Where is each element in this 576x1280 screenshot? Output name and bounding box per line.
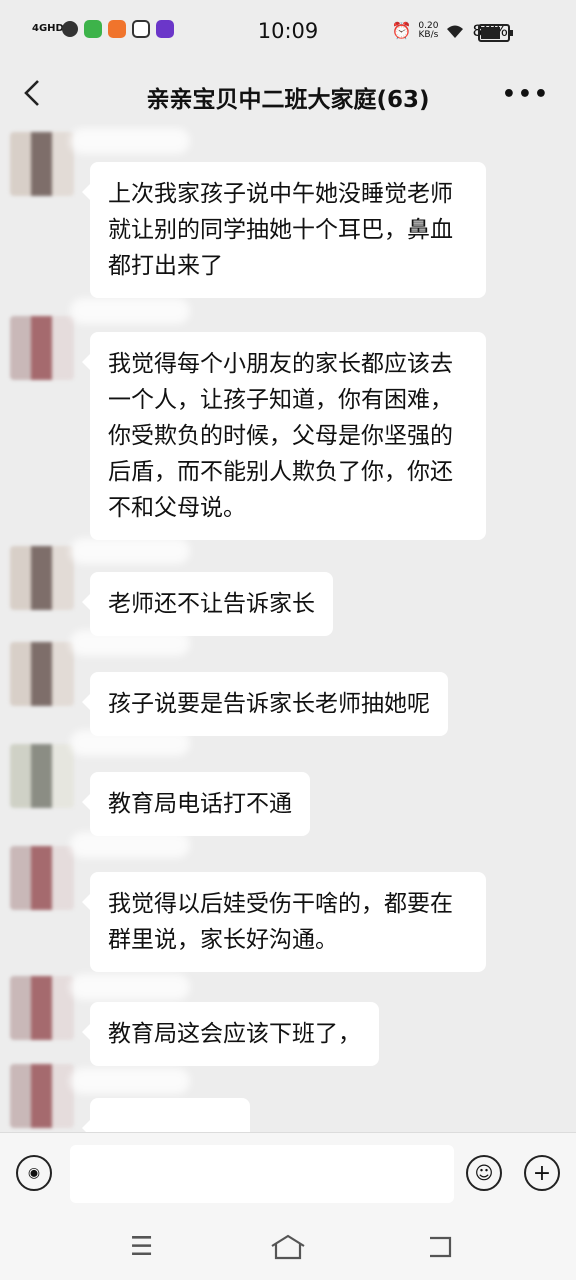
chat-area[interactable]: 上次我家孩子说中午她没睡觉老师就让别的同学抽她十个耳巴，鼻血都打出来了 我觉得每…	[0, 124, 576, 1132]
message-bubble[interactable]: 老师还不让告诉家长	[82, 572, 333, 636]
avatar[interactable]	[10, 546, 74, 610]
sender-name	[70, 630, 190, 656]
sender-name	[70, 298, 190, 324]
wifi-icon	[447, 25, 464, 38]
avatar[interactable]	[10, 846, 74, 910]
battery-icon	[478, 24, 513, 42]
voice-button[interactable]: ◉	[16, 1155, 52, 1191]
message-bubble[interactable]: 教育局这会应该下班了，	[82, 1002, 379, 1066]
message-bubble[interactable]: 我觉得每个小朋友的家长都应该去一个人，让孩子知道，你有困难，你受欺负的时候，父母…	[82, 332, 486, 540]
avatar[interactable]	[10, 1064, 74, 1128]
back-nav-button[interactable]	[426, 1234, 454, 1260]
sender-name	[70, 832, 190, 858]
avatar[interactable]	[10, 976, 74, 1040]
chat-title: 亲亲宝贝中二班大家庭(63)	[146, 87, 430, 113]
emoji-button[interactable]: ☺	[466, 1155, 502, 1191]
avatar[interactable]	[10, 744, 74, 808]
input-bar: ◉ ☺ +	[0, 1132, 576, 1215]
emoji-icon: ☺	[474, 1162, 494, 1184]
chat-header: 亲亲宝贝中二班大家庭(63) •••	[0, 66, 576, 124]
more-button[interactable]: •••	[502, 82, 550, 107]
message-bubble[interactable]: 上次我家孩子说中午她没睡觉老师就让别的同学抽她十个耳巴，鼻血都打出来了	[82, 162, 486, 298]
status-bar: 4GHD 10:09 ⏰ 0.20 KB/s 80%	[0, 0, 576, 66]
sender-name	[70, 1068, 190, 1094]
alarm-icon: ⏰	[391, 21, 412, 40]
menu-button[interactable]: ☰	[130, 1232, 153, 1262]
sender-name	[70, 538, 190, 564]
message-input[interactable]	[70, 1145, 454, 1203]
avatar[interactable]	[10, 316, 74, 380]
battery-fill	[481, 27, 501, 39]
voice-icon: ◉	[27, 1165, 41, 1181]
home-button[interactable]	[270, 1234, 306, 1260]
sender-name	[70, 128, 190, 154]
sender-name	[70, 974, 190, 1000]
sender-name	[70, 730, 190, 756]
message-bubble[interactable]: 我觉得以后娃受伤干啥的，都要在群里说，家长好沟通。	[82, 872, 486, 972]
add-button[interactable]: +	[524, 1155, 560, 1191]
net-speed-unit: KB/s	[418, 29, 439, 40]
message-bubble[interactable]: 教育局电话打不通	[82, 772, 310, 836]
system-nav-bar: ☰	[0, 1214, 576, 1280]
avatar[interactable]	[10, 132, 74, 196]
plus-icon: +	[532, 1160, 552, 1186]
message-bubble[interactable]: 孩子说要是告诉家长老师抽她呢	[82, 672, 448, 736]
message-bubble[interactable]	[82, 1098, 250, 1132]
avatar[interactable]	[10, 642, 74, 706]
net-speed: 0.20 KB/s	[418, 21, 439, 40]
